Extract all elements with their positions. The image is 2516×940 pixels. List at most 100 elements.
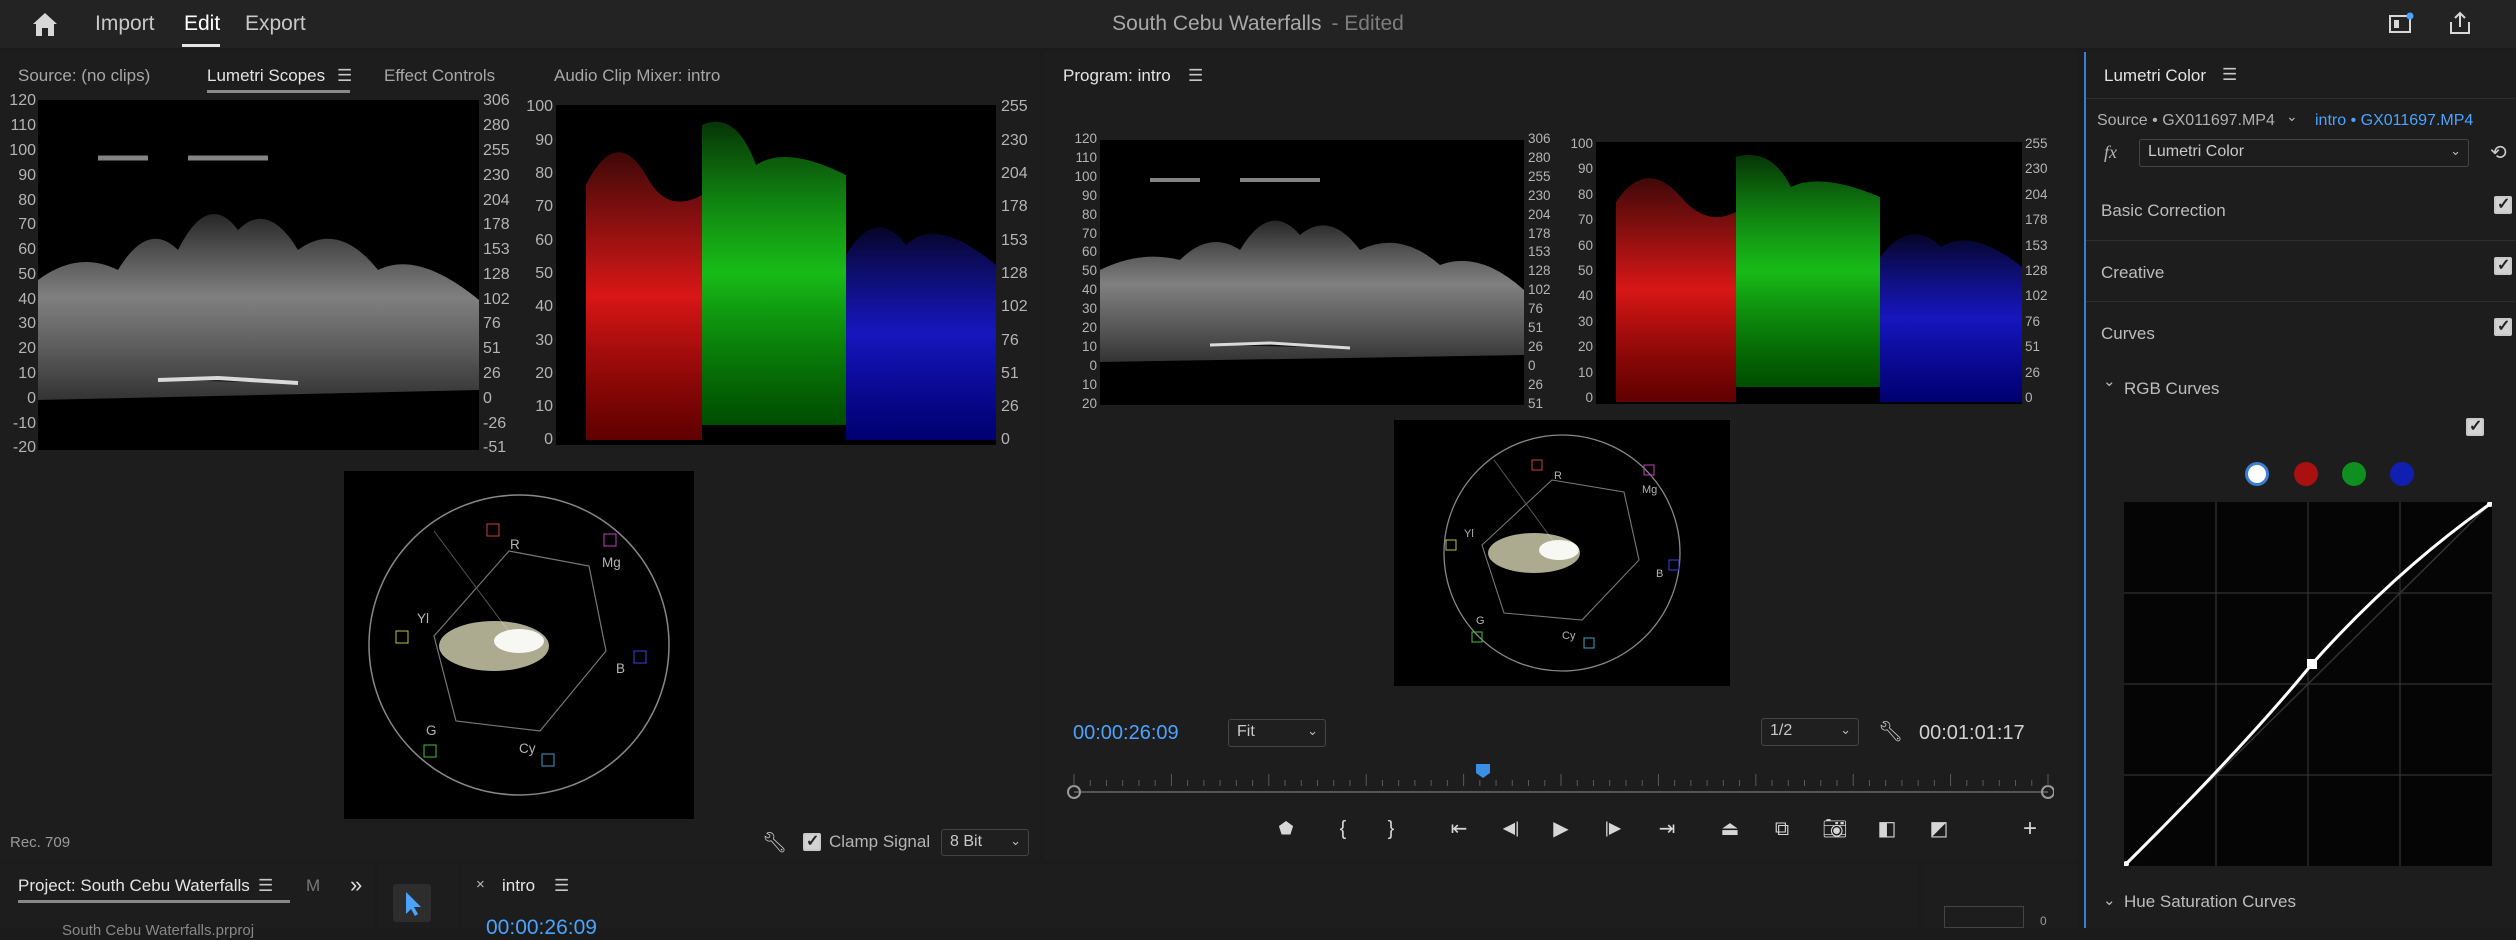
fx-icon: fx (2104, 142, 2117, 162)
program-waveform-tick-label: 90 (1081, 187, 1097, 203)
program-waveform-tick-label: 51 (1528, 320, 1544, 336)
bit-depth-dropdown[interactable]: 8 Bit ⌄ (941, 829, 1029, 856)
program-waveform-tick-label: 153 (1528, 244, 1551, 260)
play-icon[interactable]: ▶ (1546, 815, 1576, 843)
tab-effect-controls[interactable]: Effect Controls (384, 66, 495, 86)
waveform-tick-label: 0 (483, 389, 492, 407)
luma-channel-button[interactable] (2245, 462, 2269, 486)
more-panels-icon[interactable]: » (350, 872, 362, 898)
lift-icon[interactable]: ⏏ (1715, 815, 1745, 843)
rgb-curves-chevron-icon[interactable]: ⌄ (2103, 372, 2116, 390)
export-frame-icon[interactable]: 📷︎ (1820, 815, 1850, 843)
clamp-signal-checkbox[interactable] (803, 831, 821, 851)
blue-channel-button[interactable] (2390, 462, 2414, 486)
playhead[interactable] (1475, 763, 1491, 779)
quick-export-icon[interactable] (2388, 12, 2414, 36)
project-item-label[interactable]: South Cebu Waterfalls.prproj (62, 922, 254, 939)
hue-saturation-chevron-icon[interactable]: ⌄ (2103, 891, 2116, 909)
effect-dropdown[interactable]: Lumetri Color ⌄ (2139, 139, 2469, 167)
rgb-curves-label[interactable]: RGB Curves (2124, 379, 2219, 399)
current-timecode[interactable]: 00:00:26:09 (1073, 722, 1179, 745)
tab-audio-clip-mixer[interactable]: Audio Clip Mixer: intro (554, 66, 720, 86)
green-channel-button[interactable] (2342, 462, 2366, 486)
resolution-dropdown[interactable]: 1/2 ⌄ (1761, 718, 1859, 746)
waveform-tick-label: 30 (18, 315, 36, 333)
section-curves[interactable]: Curves (2101, 324, 2155, 344)
reset-icon[interactable]: ⟲ (2490, 140, 2507, 165)
program-vectorscope-label-cy: Cy (1562, 630, 1576, 642)
program-title[interactable]: Program: intro (1063, 66, 1171, 86)
program-waveform-tick-label: 70 (1081, 225, 1097, 241)
parade-tick-label: 80 (535, 165, 553, 182)
program-parade-tick-label: 90 (1577, 161, 1593, 177)
curves-checkbox[interactable] (2494, 316, 2512, 336)
program-waveform-tick-label: 50 (1081, 263, 1097, 279)
rgb-curves-checkbox[interactable] (2466, 416, 2484, 436)
mark-out-icon[interactable]: } (1376, 815, 1406, 843)
lumetri-menu-icon[interactable]: ☰ (2222, 65, 2237, 85)
extract-icon[interactable]: ⧉ (1767, 815, 1797, 843)
section-divider (2086, 301, 2516, 302)
edit-status: - Edited (1331, 12, 1404, 35)
program-parade-tick-label: 51 (2025, 339, 2041, 355)
comparison-view-icon[interactable]: ◧ (1872, 815, 1902, 843)
program-menu-icon[interactable]: ☰ (1188, 66, 1203, 86)
tab-lumetri-scopes[interactable]: Lumetri Scopes (207, 66, 325, 86)
rgb-parade (556, 105, 996, 445)
program-parade-tick-label: 255 (2025, 135, 2048, 151)
settings-wrench-icon[interactable]: 🔧︎ (1878, 719, 1903, 744)
program-waveform-tick-label: 0 (1089, 358, 1097, 374)
program-waveform-tick-label: 10 (1081, 376, 1097, 392)
source-chevron-icon[interactable]: ⌄ (2286, 108, 2298, 125)
program-parade-tick-label: 0 (1585, 389, 1593, 405)
project-tab-indicator (18, 900, 290, 903)
parade-tick-label: 102 (1001, 298, 1028, 316)
tab-media-browser[interactable]: M (306, 876, 320, 896)
tab-source[interactable]: Source: (no clips) (18, 66, 150, 86)
waveform-tick-label: 40 (18, 290, 36, 308)
creative-checkbox[interactable] (2494, 255, 2512, 275)
lumetri-source-clip[interactable]: Source • GX011697.MP4 (2097, 112, 2275, 130)
effect-value: Lumetri Color (2148, 143, 2245, 160)
vectorscope-graphic (368, 494, 670, 796)
section-basic-correction[interactable]: Basic Correction (2101, 201, 2226, 221)
hue-saturation-label[interactable]: Hue Saturation Curves (2124, 892, 2296, 912)
sequence-menu-icon[interactable]: ☰ (554, 876, 569, 896)
fit-dropdown[interactable]: Fit ⌄ (1228, 719, 1326, 747)
sequence-timecode[interactable]: 00:00:26:09 (486, 916, 597, 940)
vectorscope-label-yl: Yl (417, 611, 430, 626)
wrench-icon[interactable]: 🔧︎ (762, 830, 787, 855)
go-to-out-icon[interactable]: ⇥ (1652, 815, 1682, 843)
step-forward-icon[interactable]: |▶ (1598, 815, 1628, 843)
step-back-icon[interactable]: ◀| (1496, 815, 1526, 843)
red-channel-button[interactable] (2294, 462, 2318, 486)
add-marker-icon[interactable]: ⬟ (1271, 815, 1301, 843)
basic-correction-checkbox[interactable] (2494, 194, 2512, 214)
timeline-panel: × intro ☰ 00:00:26:09 (462, 864, 1918, 939)
close-sequence-icon[interactable]: × (476, 876, 485, 893)
vectorscope-label-g: G (426, 723, 437, 738)
program-waveform-tick-label: 0 (1528, 358, 1536, 374)
selection-tool[interactable] (393, 884, 431, 922)
tab-sequence-intro[interactable]: intro (502, 876, 535, 896)
section-creative[interactable]: Creative (2101, 263, 2164, 283)
program-vectorscope-label-b: B (1656, 568, 1664, 580)
program-vectorscope-label-mg: Mg (1642, 484, 1658, 496)
share-icon[interactable] (2447, 10, 2473, 36)
mark-in-icon[interactable]: { (1328, 815, 1358, 843)
proxy-toggle-icon[interactable]: ◩ (1924, 815, 1954, 843)
program-waveform-tick-label: 80 (1081, 206, 1097, 222)
add-button-icon[interactable]: + (2015, 815, 2045, 843)
panel-menu-icon[interactable]: ☰ (337, 66, 352, 86)
rgb-curve-editor[interactable] (2123, 501, 2493, 867)
lumetri-color-title[interactable]: Lumetri Color (2104, 66, 2206, 86)
lumetri-target-clip[interactable]: intro • GX011697.MP4 (2315, 112, 2473, 130)
parade-tick-label: 40 (535, 298, 553, 316)
lumetri-header-divider (2086, 98, 2516, 99)
time-ruler[interactable] (1066, 760, 2055, 800)
chevron-down-icon: ⌄ (1010, 833, 1021, 848)
program-waveform-graphic (1100, 178, 1524, 362)
go-to-in-icon[interactable]: ⇤ (1444, 815, 1474, 843)
tab-project[interactable]: Project: South Cebu Waterfalls (18, 876, 250, 896)
project-menu-icon[interactable]: ☰ (258, 876, 273, 896)
